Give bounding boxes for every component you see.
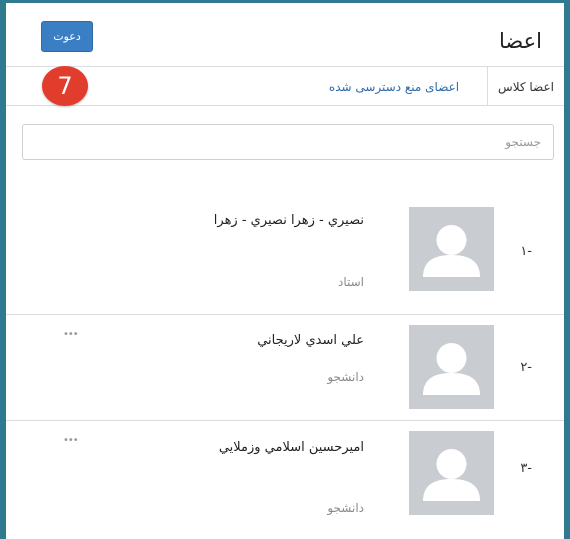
member-name[interactable]: اميرحسين اسلامي وزملايي	[194, 434, 364, 461]
user-placeholder-icon	[423, 449, 480, 501]
avatar	[409, 431, 494, 515]
page-header: اعضا دعوت	[6, 3, 564, 66]
tab-blocked-members[interactable]: اعضای منع دسترسی شده	[319, 67, 469, 106]
user-placeholder-icon	[423, 225, 480, 277]
member-role: دانشجو	[327, 370, 364, 384]
invite-button[interactable]: دعوت	[41, 21, 93, 52]
more-options-icon[interactable]: •••	[63, 435, 79, 446]
member-row: -۱ نصيري - زهرا نصيري - زهرا استاد	[6, 190, 564, 314]
avatar	[409, 325, 494, 409]
member-name[interactable]: علي اسدي لاريجاني	[194, 327, 364, 354]
tab-class-members[interactable]: اعضا کلاس	[487, 67, 564, 106]
search-input[interactable]: جستجو	[22, 124, 554, 160]
member-role: استاد	[337, 275, 364, 289]
user-placeholder-icon	[423, 343, 480, 395]
row-number: -۲	[520, 360, 532, 375]
avatar	[409, 207, 494, 291]
row-number: -۱	[520, 244, 532, 259]
more-options-icon[interactable]: •••	[63, 329, 79, 340]
member-name[interactable]: نصيري - زهرا نصيري - زهرا	[194, 207, 364, 234]
step-number-badge: 7	[42, 66, 88, 106]
member-row: ••• -۲ علي اسدي لاريجاني دانشجو	[6, 314, 564, 420]
row-number: -۳	[520, 461, 532, 476]
member-role: دانشجو	[327, 501, 364, 515]
page-title: اعضا	[499, 29, 542, 53]
tab-bar: اعضا کلاس اعضای منع دسترسی شده	[6, 66, 564, 106]
member-row: ••• -۳ اميرحسين اسلامي وزملايي دانشجو	[6, 420, 564, 539]
